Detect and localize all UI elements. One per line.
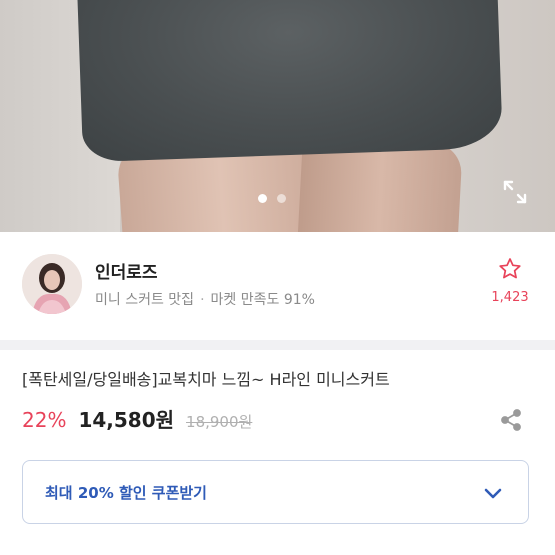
price-row: 22% 14,580원 18,900원 — [22, 404, 252, 433]
product-image-carousel[interactable] — [0, 0, 555, 232]
seller-section[interactable]: 인더로즈 미니 스커트 맛집 · 마켓 만족도 91% 1,423 — [0, 232, 555, 340]
original-price: 18,900원 — [186, 413, 253, 431]
favorite-count: 1,423 — [491, 290, 529, 305]
seller-meta: 미니 스커트 맛집 · 마켓 만족도 91% — [95, 289, 315, 309]
expand-icon[interactable] — [500, 177, 530, 207]
carousel-dot[interactable] — [277, 194, 286, 203]
favorite-button[interactable]: 1,423 — [488, 256, 532, 305]
coupon-label: 최대 20% 할인 쿠폰받기 — [45, 484, 207, 502]
carousel-dot-active[interactable] — [258, 194, 267, 203]
avatar[interactable] — [22, 254, 82, 314]
sale-price: 14,580원 — [78, 408, 175, 432]
seller-name[interactable]: 인더로즈 — [95, 258, 158, 283]
discount-rate: 22% — [22, 408, 67, 432]
star-outline-icon — [499, 258, 521, 279]
photo-skirt — [77, 0, 503, 163]
seller-tagline: 미니 스커트 맛집 — [95, 292, 195, 308]
product-title: [폭탄세일/당일배송]교복치마 느낌~ H라인 미니스커트 — [22, 370, 390, 389]
chevron-down-icon — [484, 488, 502, 499]
carousel-indicator — [258, 194, 286, 203]
share-icon[interactable] — [498, 407, 524, 433]
coupon-button[interactable]: 최대 20% 할인 쿠폰받기 — [22, 460, 529, 524]
section-divider — [0, 340, 555, 350]
meta-separator: · — [200, 292, 205, 308]
market-satisfaction: 마켓 만족도 91% — [210, 292, 315, 308]
